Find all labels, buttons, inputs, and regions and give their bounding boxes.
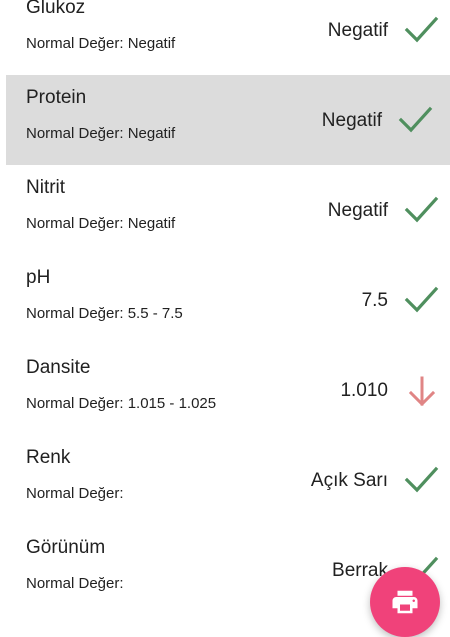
result-row-ph[interactable]: pH Normal Değer: 5.5 - 7.5 7.5 xyxy=(0,255,450,345)
test-name: pH xyxy=(26,267,51,288)
normal-value-label: Normal Değer: 5.5 - 7.5 xyxy=(26,305,183,322)
print-button[interactable] xyxy=(370,567,440,637)
check-icon xyxy=(402,463,442,499)
test-name: Nitrit xyxy=(26,177,66,198)
normal-value-label: Normal Değer: Negatif xyxy=(26,125,176,142)
test-name: Protein xyxy=(26,87,87,108)
print-icon xyxy=(392,590,418,614)
test-result-value: 7.5 xyxy=(361,290,388,311)
test-result-value: 1.010 xyxy=(340,380,388,401)
result-row-dansite[interactable]: Dansite Normal Değer: 1.015 - 1.025 1.01… xyxy=(0,345,450,435)
test-name: Renk xyxy=(26,447,71,468)
check-icon xyxy=(402,13,442,49)
normal-value-label: Normal Değer: Negatif xyxy=(26,35,176,52)
test-result-value: Negatif xyxy=(327,200,388,221)
check-icon xyxy=(396,103,436,139)
test-name: Görünüm xyxy=(26,537,106,558)
arrow-down-icon xyxy=(402,373,442,409)
result-row-glukoz[interactable]: Glukoz Normal Değer: Negatif Negatif xyxy=(0,0,450,75)
test-result-value: Negatif xyxy=(327,20,388,41)
result-row-protein[interactable]: Protein Normal Değer: Negatif Negatif xyxy=(6,75,450,165)
result-row-renk[interactable]: Renk Normal Değer: Açık Sarı xyxy=(0,435,450,525)
test-result-value: Açık Sarı xyxy=(310,470,388,491)
normal-value-label: Normal Değer: 1.015 - 1.025 xyxy=(26,395,217,412)
check-icon xyxy=(402,283,442,319)
normal-value-label: Normal Değer: xyxy=(26,485,124,502)
normal-value-label: Normal Değer: Negatif xyxy=(26,215,176,232)
result-row-nitrit[interactable]: Nitrit Normal Değer: Negatif Negatif xyxy=(0,165,450,255)
test-name: Glukoz xyxy=(26,0,86,18)
check-icon xyxy=(402,193,442,229)
normal-value-label: Normal Değer: xyxy=(26,575,124,592)
test-result-value: Negatif xyxy=(321,110,382,131)
test-name: Dansite xyxy=(26,357,91,378)
results-list: Glukoz Normal Değer: Negatif Negatif Pro… xyxy=(0,0,450,615)
